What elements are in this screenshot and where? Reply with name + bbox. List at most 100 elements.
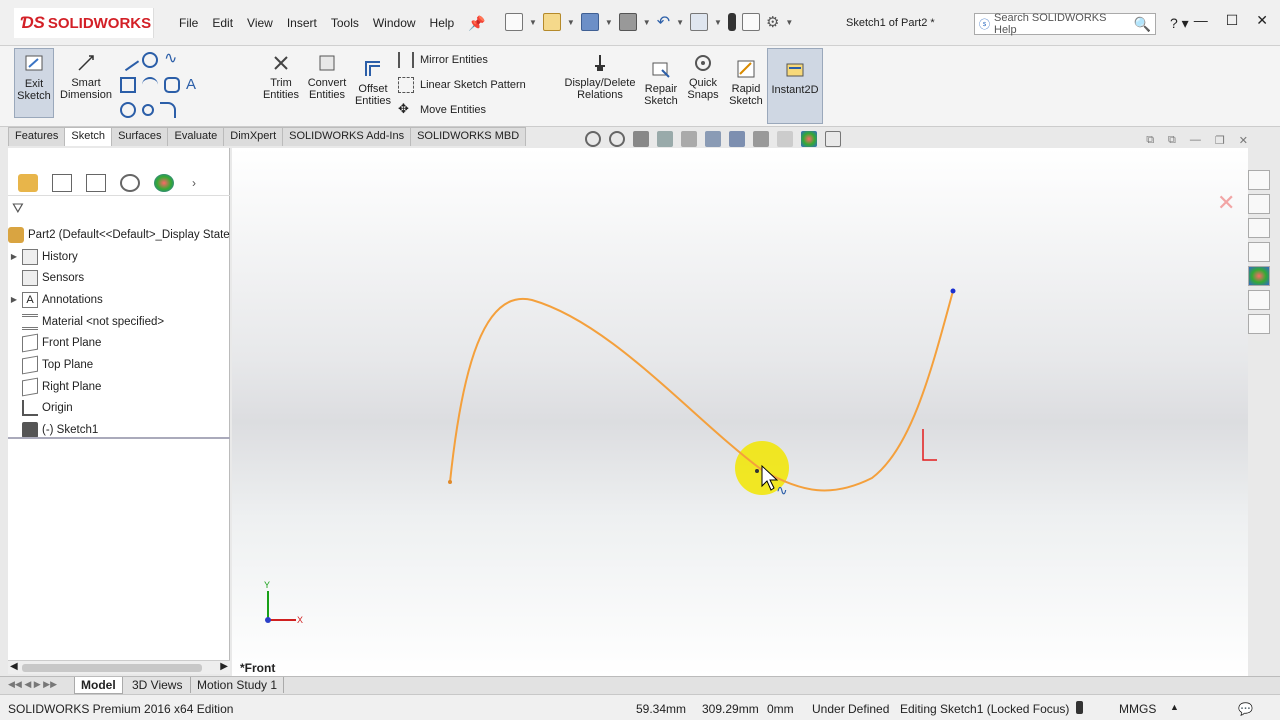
hide-show-items-icon[interactable] bbox=[753, 131, 769, 147]
configuration-manager-tab-icon[interactable] bbox=[86, 173, 106, 192]
display-style-icon[interactable] bbox=[729, 131, 745, 147]
tab-model[interactable]: Model bbox=[74, 677, 123, 694]
property-manager-tab-icon[interactable] bbox=[52, 173, 72, 192]
tab-3d-views[interactable]: 3D Views bbox=[126, 677, 188, 693]
exit-sketch-button[interactable]: Exit Sketch bbox=[14, 48, 54, 118]
file-explorer-icon[interactable] bbox=[1248, 218, 1270, 238]
tree-item-origin[interactable]: Origin bbox=[8, 398, 230, 420]
expand-arrow-icon[interactable]: ▶ bbox=[8, 252, 20, 261]
tab-add-ins[interactable]: SOLIDWORKS Add-Ins bbox=[282, 127, 412, 146]
confirmation-corner-close-icon[interactable]: ✕ bbox=[1217, 190, 1235, 215]
quick-snaps-button[interactable]: Quick Snaps bbox=[684, 52, 722, 101]
view-settings-icon[interactable] bbox=[825, 131, 841, 147]
tree-item-material[interactable]: Material <not specified> bbox=[8, 311, 230, 333]
tab-features[interactable]: Features bbox=[8, 127, 66, 146]
menu-help[interactable]: Help bbox=[423, 16, 462, 30]
feature-manager-tab-icon[interactable] bbox=[18, 173, 38, 192]
filter-icon[interactable]: ⛛ bbox=[12, 200, 24, 217]
menu-view[interactable]: View bbox=[240, 16, 280, 30]
unit-dropdown-icon[interactable]: ▲ bbox=[1170, 702, 1179, 712]
undo-icon[interactable]: ↶ bbox=[657, 12, 670, 32]
section-view-icon[interactable] bbox=[657, 131, 673, 147]
text-icon[interactable]: A bbox=[186, 77, 202, 93]
apply-scene-icon[interactable] bbox=[801, 131, 817, 147]
tab-dimxpert[interactable]: DimXpert bbox=[223, 127, 284, 146]
unit-system[interactable]: MMGS bbox=[1119, 702, 1156, 716]
tab-nav-arrows[interactable]: ◀◀ ◀ ▶ ▶▶ bbox=[8, 679, 57, 690]
file-properties-icon[interactable] bbox=[741, 13, 760, 31]
rapid-sketch-button[interactable]: Rapid Sketch bbox=[726, 58, 766, 107]
offset-entities-button[interactable]: Offset Entities bbox=[352, 58, 394, 107]
slot-icon[interactable] bbox=[120, 102, 136, 118]
smart-dimension-button[interactable]: Smart Dimension bbox=[58, 52, 114, 101]
circle-icon[interactable] bbox=[142, 52, 158, 68]
tab-motion-study[interactable]: Motion Study 1 bbox=[190, 677, 285, 693]
tile-right-icon[interactable]: ⧉ bbox=[1168, 134, 1176, 147]
point-icon[interactable] bbox=[142, 104, 154, 116]
polygon-icon[interactable] bbox=[164, 77, 180, 93]
print-icon[interactable] bbox=[618, 13, 637, 31]
spline-start-point[interactable] bbox=[448, 480, 452, 484]
save-icon[interactable] bbox=[580, 13, 599, 31]
options-gear-icon[interactable]: ⚙ bbox=[766, 13, 779, 31]
solidworks-logo[interactable]: ƊS SOLIDWORKS bbox=[14, 8, 154, 38]
tab-mbd[interactable]: SOLIDWORKS MBD bbox=[410, 127, 527, 146]
sketch-spline[interactable] bbox=[449, 290, 954, 492]
fillet-icon[interactable] bbox=[160, 102, 176, 118]
graphics-area[interactable]: ∿ Y X ✕ ⧉ ⧉ — ❐ ✕ bbox=[232, 134, 1248, 676]
graphics-minimize-icon[interactable]: — bbox=[1190, 134, 1201, 147]
line-icon[interactable] bbox=[116, 48, 140, 72]
tree-item-front-plane[interactable]: Front Plane bbox=[8, 332, 230, 354]
graphics-close-icon[interactable]: ✕ bbox=[1239, 134, 1248, 147]
select-icon[interactable] bbox=[690, 13, 709, 31]
menu-tools[interactable]: Tools bbox=[324, 16, 366, 30]
tab-evaluate[interactable]: Evaluate bbox=[167, 127, 225, 146]
instant2d-button[interactable]: Instant2D bbox=[767, 48, 823, 124]
menu-window[interactable]: Window bbox=[366, 16, 423, 30]
spline-point[interactable] bbox=[755, 469, 759, 473]
search-input[interactable]: ⓢ Search SOLIDWORKS Help 🔍 bbox=[974, 12, 1156, 36]
menu-insert[interactable]: Insert bbox=[280, 16, 324, 30]
quick-tips-icon[interactable]: 💬 bbox=[1238, 702, 1253, 716]
expand-arrow-icon[interactable]: ▶ bbox=[8, 295, 20, 304]
mirror-entities-button[interactable]: Mirror Entities bbox=[398, 52, 488, 68]
move-entities-button[interactable]: ✥ Move Entities bbox=[398, 102, 486, 118]
view-palette-icon[interactable] bbox=[1248, 242, 1270, 262]
spline-icon[interactable]: ∿ bbox=[164, 51, 180, 68]
zoom-to-fit-icon[interactable] bbox=[585, 131, 601, 147]
appearances-icon[interactable] bbox=[1248, 266, 1270, 286]
close-icon[interactable]: ✕ bbox=[1256, 12, 1268, 29]
dimxpert-manager-tab-icon[interactable] bbox=[120, 173, 140, 192]
tree-item-history[interactable]: ▶ History bbox=[8, 246, 230, 268]
search-icon[interactable]: 🔍 bbox=[1134, 16, 1151, 33]
tree-item-top-plane[interactable]: Top Plane bbox=[8, 354, 230, 376]
dynamic-annotation-icon[interactable] bbox=[681, 131, 697, 147]
display-manager-tab-icon[interactable] bbox=[154, 173, 174, 192]
arc-icon[interactable] bbox=[142, 77, 158, 93]
minimize-icon[interactable]: — bbox=[1194, 12, 1208, 29]
chevron-right-icon[interactable]: › bbox=[192, 176, 196, 190]
previous-view-icon[interactable] bbox=[633, 131, 649, 147]
tree-item-right-plane[interactable]: Right Plane bbox=[8, 376, 230, 398]
tile-left-icon[interactable]: ⧉ bbox=[1146, 134, 1154, 147]
scroll-left-icon[interactable]: ◀ bbox=[10, 661, 18, 672]
linear-sketch-pattern-button[interactable]: Linear Sketch Pattern bbox=[398, 77, 526, 93]
maximize-icon[interactable]: ☐ bbox=[1226, 12, 1239, 29]
display-delete-relations-button[interactable]: Display/Delete Relations bbox=[562, 52, 638, 101]
tree-root-part[interactable]: Part2 (Default<<Default>_Display State bbox=[8, 224, 230, 246]
tree-item-sensors[interactable]: Sensors bbox=[8, 267, 230, 289]
horizontal-scrollbar[interactable]: ◀ ▶ bbox=[8, 660, 230, 674]
menu-edit[interactable]: Edit bbox=[205, 16, 240, 30]
rebuild-icon[interactable] bbox=[1076, 701, 1083, 714]
custom-properties-icon[interactable] bbox=[1248, 290, 1270, 310]
traffic-light-icon[interactable] bbox=[727, 13, 736, 31]
trim-entities-button[interactable]: Trim Entities bbox=[260, 52, 302, 101]
open-icon[interactable] bbox=[542, 13, 561, 31]
forum-icon[interactable] bbox=[1248, 314, 1270, 334]
design-library-icon[interactable] bbox=[1248, 194, 1270, 214]
scroll-right-icon[interactable]: ▶ bbox=[220, 661, 228, 672]
pin-icon[interactable]: 📌 bbox=[468, 15, 485, 32]
solidworks-resources-icon[interactable] bbox=[1248, 170, 1270, 190]
zoom-to-area-icon[interactable] bbox=[609, 131, 625, 147]
help-icon[interactable]: ? ▾ bbox=[1170, 15, 1189, 32]
